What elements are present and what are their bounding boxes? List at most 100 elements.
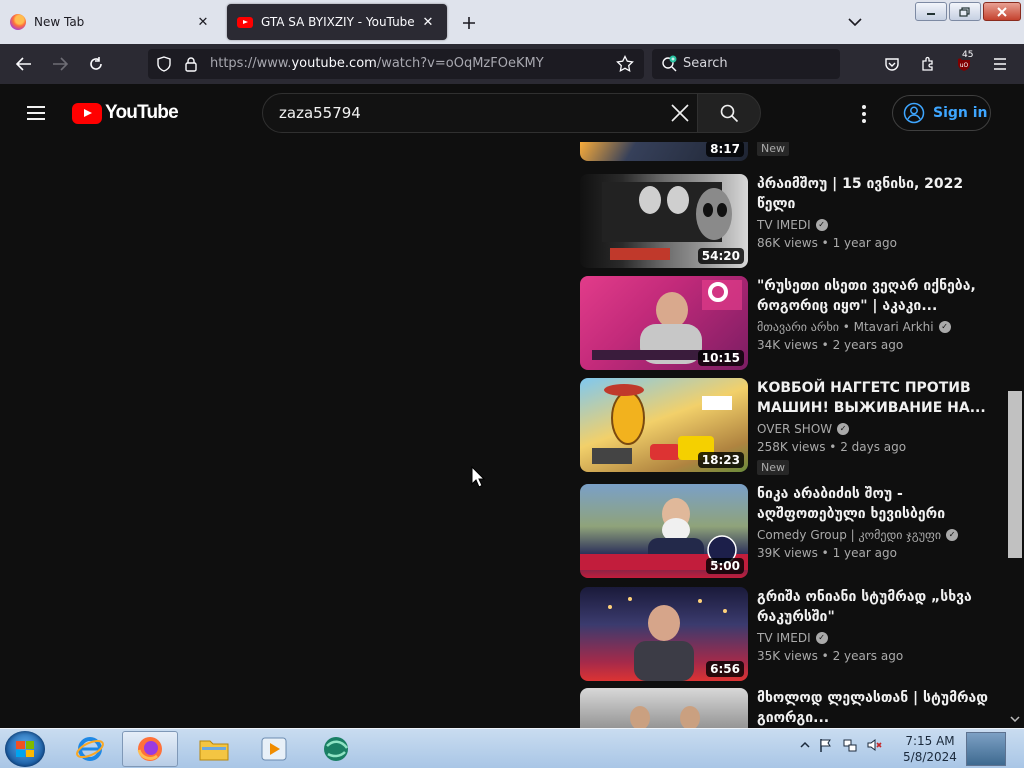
search-query: zaza55794	[279, 104, 361, 122]
volume-muted-icon[interactable]	[866, 737, 882, 753]
restore-button[interactable]	[949, 2, 981, 21]
video-info: პრაიმშოუ | 15 ივნისი, 2022 წელი TV IMEDI…	[757, 174, 997, 252]
upload-age: 2 days ago	[840, 440, 907, 454]
svg-text:uO: uO	[960, 62, 969, 69]
channel-label: TV IMEDI	[757, 631, 811, 645]
video-thumbnail[interactable]	[580, 688, 748, 728]
network-icon[interactable]	[842, 737, 858, 753]
restore-icon	[959, 6, 970, 17]
upload-age: 2 years ago	[832, 649, 904, 663]
tab-youtube[interactable]: GTA SA BYIXZIY - YouTube ✕	[227, 4, 447, 40]
video-title[interactable]: მხოლოდ ლელასთან | სტუმრად გიორგი...	[757, 688, 997, 728]
list-item[interactable]: მხოლოდ ლელასთან | სტუმრად გიორგი...	[580, 688, 1000, 728]
taskbar-app[interactable]	[308, 731, 364, 767]
related-videos-list: 8:17 New 54:20 პრაიმშოუ | 15 ივნისი, 202…	[580, 84, 1000, 728]
shield-icon[interactable]	[156, 56, 172, 72]
guide-menu-button[interactable]	[24, 102, 48, 126]
back-button[interactable]	[12, 52, 36, 76]
show-desktop-button[interactable]	[966, 732, 1006, 766]
taskbar-firefox[interactable]	[122, 731, 178, 767]
list-item[interactable]: 54:20 პრაიმშოუ | 15 ივნისი, 2022 წელი TV…	[580, 174, 1000, 268]
video-thumbnail[interactable]: 10:15	[580, 276, 748, 370]
video-title[interactable]: "რუსეთი ისეთი ვეღარ იქნება, როგორიც იყო"…	[757, 276, 997, 316]
search-button[interactable]	[697, 93, 761, 133]
scrollbar-thumb[interactable]	[1008, 391, 1022, 558]
account-icon	[903, 102, 925, 124]
menu-button[interactable]	[988, 52, 1012, 76]
close-icon[interactable]: ✕	[194, 13, 212, 31]
verified-check-icon: ✓	[837, 423, 850, 435]
view-count: 34K views	[757, 338, 818, 352]
list-item[interactable]: 5:00 ნიკა არაბიძის შოუ - აღშფოთებული ხევ…	[580, 484, 1000, 578]
forward-button[interactable]	[48, 52, 72, 76]
video-info: КОВБОЙ НАГГЕТС ПРОТИВ МАШИН! ВЫЖИВАНИЕ Н…	[757, 378, 997, 475]
video-thumbnail[interactable]: 6:56	[580, 587, 748, 681]
verified-check-icon: ✓	[815, 632, 828, 644]
upload-age: 1 year ago	[832, 546, 897, 560]
list-item[interactable]: 18:23 КОВБОЙ НАГГЕТС ПРОТИВ МАШИН! ВЫЖИВ…	[580, 378, 1000, 475]
plus-icon	[463, 17, 475, 29]
tab-title: New Tab	[34, 15, 85, 29]
tab-new-tab[interactable]: New Tab ✕	[0, 4, 222, 40]
scroll-down-button[interactable]	[1008, 712, 1022, 726]
search-input[interactable]: zaza55794	[262, 93, 698, 133]
pocket-button[interactable]	[880, 52, 904, 76]
minimize-button[interactable]	[915, 2, 947, 21]
puzzle-icon	[922, 56, 933, 71]
channel-name[interactable]: OVER SHOW ✓	[757, 420, 997, 438]
clear-search-icon[interactable]	[669, 102, 691, 124]
list-item[interactable]: 10:15 "რუსეთი ისეთი ვეღარ იქნება, როგორი…	[580, 276, 1000, 370]
video-info: "რუსეთი ისეთი ვეღარ იქნება, როგორიც იყო"…	[757, 276, 997, 354]
chevron-up-icon[interactable]	[800, 741, 810, 749]
video-title[interactable]: КОВБОЙ НАГГЕТС ПРОТИВ МАШИН! ВЫЖИВАНИЕ Н…	[757, 378, 997, 418]
sign-in-label: Sign in	[933, 105, 988, 121]
taskbar-internet-explorer[interactable]	[62, 731, 118, 767]
close-icon[interactable]: ✕	[419, 13, 437, 31]
extensions-button[interactable]	[916, 52, 940, 76]
reload-icon	[90, 57, 102, 70]
video-duration: 6:56	[706, 661, 744, 677]
system-clock[interactable]: 7:15 AM 5/8/2024	[900, 733, 960, 765]
list-item[interactable]: 6:56 გრიშა ონიანი სტუმრად „სხვა რაკურსში…	[580, 587, 1000, 681]
close-icon	[997, 6, 1007, 17]
video-title[interactable]: გრიშა ონიანი სტუმრად „სხვა რაკურსში"	[757, 587, 997, 627]
arrow-left-icon	[16, 57, 31, 71]
video-info: გრიშა ონიანი სტუმრად „სხვა რაკურსში" TV …	[757, 587, 997, 665]
tab-title: GTA SA BYIXZIY - YouTube	[261, 15, 415, 29]
channel-name[interactable]: Comedy Group | კომედი ჯგუფი ✓	[757, 526, 997, 544]
video-duration: 10:15	[697, 350, 744, 366]
view-count: 35K views	[757, 649, 818, 663]
video-title[interactable]: ნიკა არაბიძის შოუ - აღშფოთებული ხევისბერ…	[757, 484, 997, 524]
verified-check-icon: ✓	[815, 219, 828, 231]
video-info: მხოლოდ ლელასთან | სტუმრად გიორგი...	[757, 688, 997, 728]
video-thumbnail[interactable]: 54:20	[580, 174, 748, 268]
sign-in-button[interactable]: Sign in	[892, 95, 991, 131]
list-all-tabs-button[interactable]	[843, 12, 867, 32]
windows-taskbar: 7:15 AM 5/8/2024	[0, 728, 1024, 768]
new-tab-button[interactable]	[456, 10, 482, 36]
channel-name[interactable]: TV IMEDI ✓	[757, 216, 997, 234]
browser-search-bar[interactable]: Search	[652, 49, 840, 79]
close-window-button[interactable]	[983, 2, 1021, 21]
youtube-logo[interactable]: YouTube	[72, 102, 179, 124]
clock-date: 5/8/2024	[903, 750, 957, 764]
settings-menu-button[interactable]	[852, 102, 876, 126]
video-thumbnail[interactable]: 5:00	[580, 484, 748, 578]
video-thumbnail[interactable]: 18:23	[580, 378, 748, 472]
taskbar-media-player[interactable]	[246, 731, 302, 767]
channel-name[interactable]: TV IMEDI ✓	[757, 629, 997, 647]
view-count: 86K views	[757, 236, 818, 250]
screen: New Tab ✕ GTA SA BYIXZIY - YouTube ✕ htt…	[0, 0, 1024, 768]
youtube-masthead: YouTube zaza55794 Sign in	[0, 84, 1024, 142]
video-duration: 54:20	[697, 248, 744, 264]
action-center-flag-icon[interactable]	[818, 737, 834, 753]
taskbar-file-explorer[interactable]	[186, 731, 242, 767]
address-bar[interactable]: https://www.youtube.com/watch?v=oOqMzFOe…	[148, 49, 644, 79]
lock-icon[interactable]	[184, 56, 198, 72]
reload-button[interactable]	[84, 52, 108, 76]
star-icon[interactable]	[616, 55, 634, 73]
channel-name[interactable]: მთავარი არხი • Mtavari Arkhi ✓	[757, 318, 997, 336]
start-button[interactable]	[5, 731, 45, 767]
url-text[interactable]: https://www.youtube.com/watch?v=oOqMzFOe…	[210, 56, 544, 71]
video-title[interactable]: პრაიმშოუ | 15 ივნისი, 2022 წელი	[757, 174, 997, 214]
